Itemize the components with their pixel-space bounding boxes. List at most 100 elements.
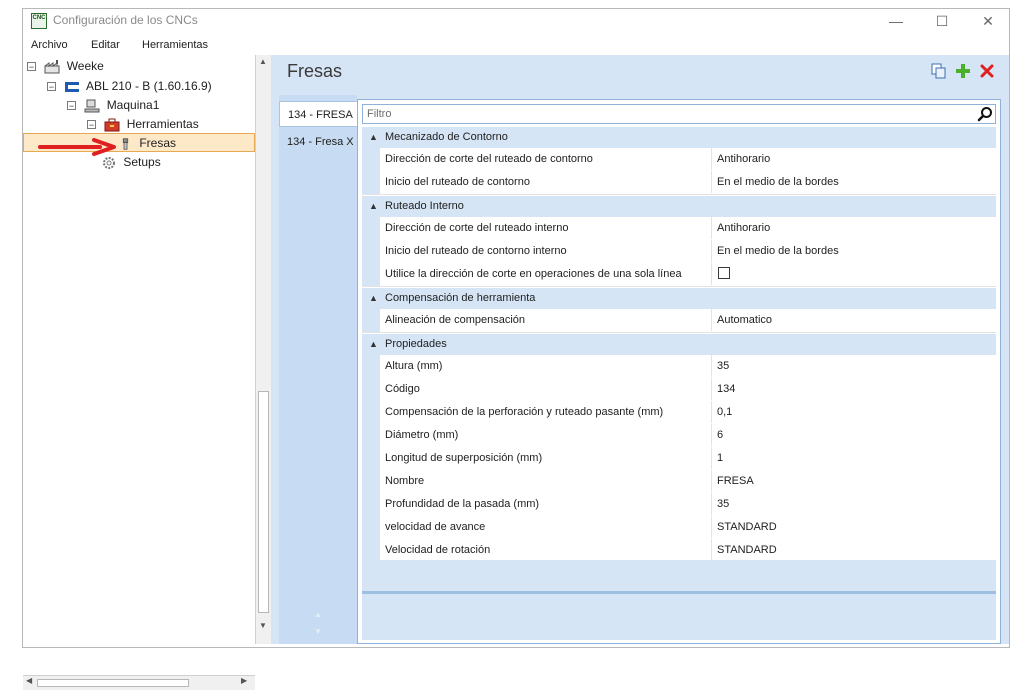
collapse-icon[interactable]: − <box>47 82 56 92</box>
property-name: Profundidad de la pasada (mm) <box>385 493 712 515</box>
group-compensacion-de-herramienta[interactable]: ▲ Compensación de herramienta <box>362 288 996 309</box>
tree-node-machine[interactable]: − ABL 210 - B (1.60.16.9) <box>47 77 212 95</box>
tree-label-machine: ABL 210 - B (1.60.16.9) <box>86 79 212 93</box>
filter-input[interactable]: Filtro <box>362 104 996 124</box>
property-row[interactable]: Nombre FRESA <box>362 470 996 494</box>
tree-node-weeke[interactable]: − Weeke <box>27 57 104 75</box>
close-button[interactable]: ✕ <box>965 9 1011 37</box>
tree-label-maquina1: Maquina1 <box>106 98 160 112</box>
property-name: Código <box>385 378 712 400</box>
tree-node-fresas[interactable]: Fresas <box>121 134 176 152</box>
scroll-right-icon[interactable]: ▶ <box>241 676 247 685</box>
grid-empty-area <box>362 560 996 591</box>
minimize-button[interactable]: — <box>873 9 919 37</box>
property-name: Dirección de corte del ruteado de contor… <box>385 148 712 170</box>
property-value[interactable]: 6 <box>717 424 989 446</box>
property-row[interactable]: Profundidad de la pasada (mm) 35 <box>362 493 996 517</box>
filter-placeholder: Filtro <box>367 108 392 120</box>
property-row[interactable]: Inicio del ruteado de contorno interno E… <box>362 240 996 264</box>
property-value[interactable]: Antihorario <box>717 217 989 239</box>
page-title: Fresas <box>287 61 343 81</box>
property-value[interactable]: STANDARD <box>717 516 989 538</box>
property-name: Utilice la dirección de corte en operaci… <box>385 263 712 285</box>
tree-node-maquina1[interactable]: − Maquina1 <box>67 96 159 114</box>
property-row[interactable]: Dirección de corte del ruteado interno A… <box>362 217 996 241</box>
property-grid: Filtro ▲ Mecanizado de Contorno Direcció… <box>357 99 1001 644</box>
group-label: Mecanizado de Contorno <box>385 131 508 143</box>
app-icon: CNC <box>31 13 47 29</box>
menu-herramientas[interactable]: Herramientas <box>142 39 208 51</box>
collapse-caret-icon[interactable]: ▲ <box>369 288 378 309</box>
property-value[interactable]: Antihorario <box>717 148 989 170</box>
window-title: Configuración de los CNCs <box>53 13 198 27</box>
property-row[interactable]: Dirección de corte del ruteado de contor… <box>362 148 996 172</box>
property-value[interactable]: Automatico <box>717 309 989 331</box>
menu-editar[interactable]: Editar <box>91 39 120 51</box>
title-bar: CNC Configuración de los CNCs — ☐ ✕ <box>23 9 1009 37</box>
property-value[interactable]: 0,1 <box>717 401 989 423</box>
single-line-direction-checkbox[interactable] <box>718 267 730 279</box>
tab-134-fresa[interactable]: 134 - FRESA <box>279 101 357 127</box>
red-arrow-annotation <box>38 138 116 156</box>
group-propiedades[interactable]: ▲ Propiedades <box>362 334 996 355</box>
scroll-left-icon[interactable]: ◀ <box>26 676 32 685</box>
machine-icon <box>65 81 80 92</box>
horizontal-scroll-thumb[interactable] <box>37 679 189 687</box>
collapse-caret-icon[interactable]: ▲ <box>369 127 378 148</box>
property-name: Velocidad de rotación <box>385 539 712 561</box>
property-row[interactable]: Compensación de la perforación y ruteado… <box>362 401 996 425</box>
tree-label-setups: Setups <box>123 155 161 169</box>
content-pane: Fresas 134 - FRESA 134 - Fresa X ▲ ▼ Fil… <box>275 55 1009 644</box>
property-row[interactable]: Utilice la dirección de corte en operaci… <box>362 263 996 287</box>
property-row[interactable]: velocidad de avance STANDARD <box>362 516 996 540</box>
scroll-up-icon[interactable]: ▲ <box>259 57 267 66</box>
property-value[interactable]: En el medio de la bordes <box>717 240 989 262</box>
property-value[interactable]: En el medio de la bordes <box>717 171 989 193</box>
tool-tabs: 134 - FRESA 134 - Fresa X ▲ ▼ <box>279 95 357 644</box>
property-row[interactable]: Inicio del ruteado de contorno En el med… <box>362 171 996 195</box>
property-value[interactable]: 1 <box>717 447 989 469</box>
property-value[interactable]: 35 <box>717 493 989 515</box>
vertical-scroll-thumb[interactable] <box>258 391 269 613</box>
group-ruteado-interno[interactable]: ▲ Ruteado Interno <box>362 196 996 217</box>
navigation-tree: − Weeke − ABL 210 - B (1.60.16.9) − Maqu… <box>23 55 256 690</box>
collapse-caret-icon[interactable]: ▲ <box>369 334 378 355</box>
delete-icon[interactable] <box>979 63 995 79</box>
property-row[interactable]: Longitud de superposición (mm) 1 <box>362 447 996 471</box>
tabs-scroll-up-icon[interactable]: ▲ <box>314 610 322 619</box>
group-mecanizado-de-contorno[interactable]: ▲ Mecanizado de Contorno <box>362 127 996 148</box>
property-name: Inicio del ruteado de contorno <box>385 171 712 193</box>
property-name: Alineación de compensación <box>385 309 712 331</box>
property-value[interactable]: STANDARD <box>717 539 989 561</box>
property-name: Inicio del ruteado de contorno interno <box>385 240 712 262</box>
factory-icon <box>44 59 60 74</box>
tree-horizontal-scrollbar[interactable]: ◀ ▶ <box>23 675 255 690</box>
property-row[interactable]: Altura (mm) 35 <box>362 355 996 379</box>
property-value[interactable]: 134 <box>717 378 989 400</box>
collapse-icon[interactable]: − <box>67 101 76 111</box>
menu-archivo[interactable]: Archivo <box>31 39 68 51</box>
main-window: CNC Configuración de los CNCs — ☐ ✕ Arch… <box>22 8 1010 690</box>
property-value[interactable]: FRESA <box>717 470 989 492</box>
tabs-scroll-down-icon[interactable]: ▼ <box>314 627 322 636</box>
collapse-icon[interactable]: − <box>87 120 96 130</box>
add-icon[interactable] <box>955 63 971 79</box>
property-row[interactable]: Código 134 <box>362 378 996 402</box>
group-label: Ruteado Interno <box>385 200 464 212</box>
tab-134-fresa-x[interactable]: 134 - Fresa X <box>279 129 357 155</box>
tree-vertical-scrollbar[interactable]: ▲ ▼ <box>255 55 271 644</box>
search-icon[interactable] <box>977 106 993 122</box>
tree-node-herramientas[interactable]: − Herramientas <box>87 115 199 133</box>
tree-label-fresas: Fresas <box>139 136 177 150</box>
collapse-caret-icon[interactable]: ▲ <box>369 196 378 217</box>
property-row[interactable]: Diámetro (mm) 6 <box>362 424 996 448</box>
scroll-down-icon[interactable]: ▼ <box>259 621 267 630</box>
collapse-icon[interactable]: − <box>27 62 36 72</box>
maximize-button[interactable]: ☐ <box>919 9 965 37</box>
property-row[interactable]: Alineación de compensación Automatico <box>362 309 996 333</box>
group-label: Propiedades <box>385 338 447 350</box>
tree-label-herramientas: Herramientas <box>126 117 199 131</box>
property-value[interactable]: 35 <box>717 355 989 377</box>
copy-icon[interactable] <box>931 63 947 79</box>
property-name: Diámetro (mm) <box>385 424 712 446</box>
